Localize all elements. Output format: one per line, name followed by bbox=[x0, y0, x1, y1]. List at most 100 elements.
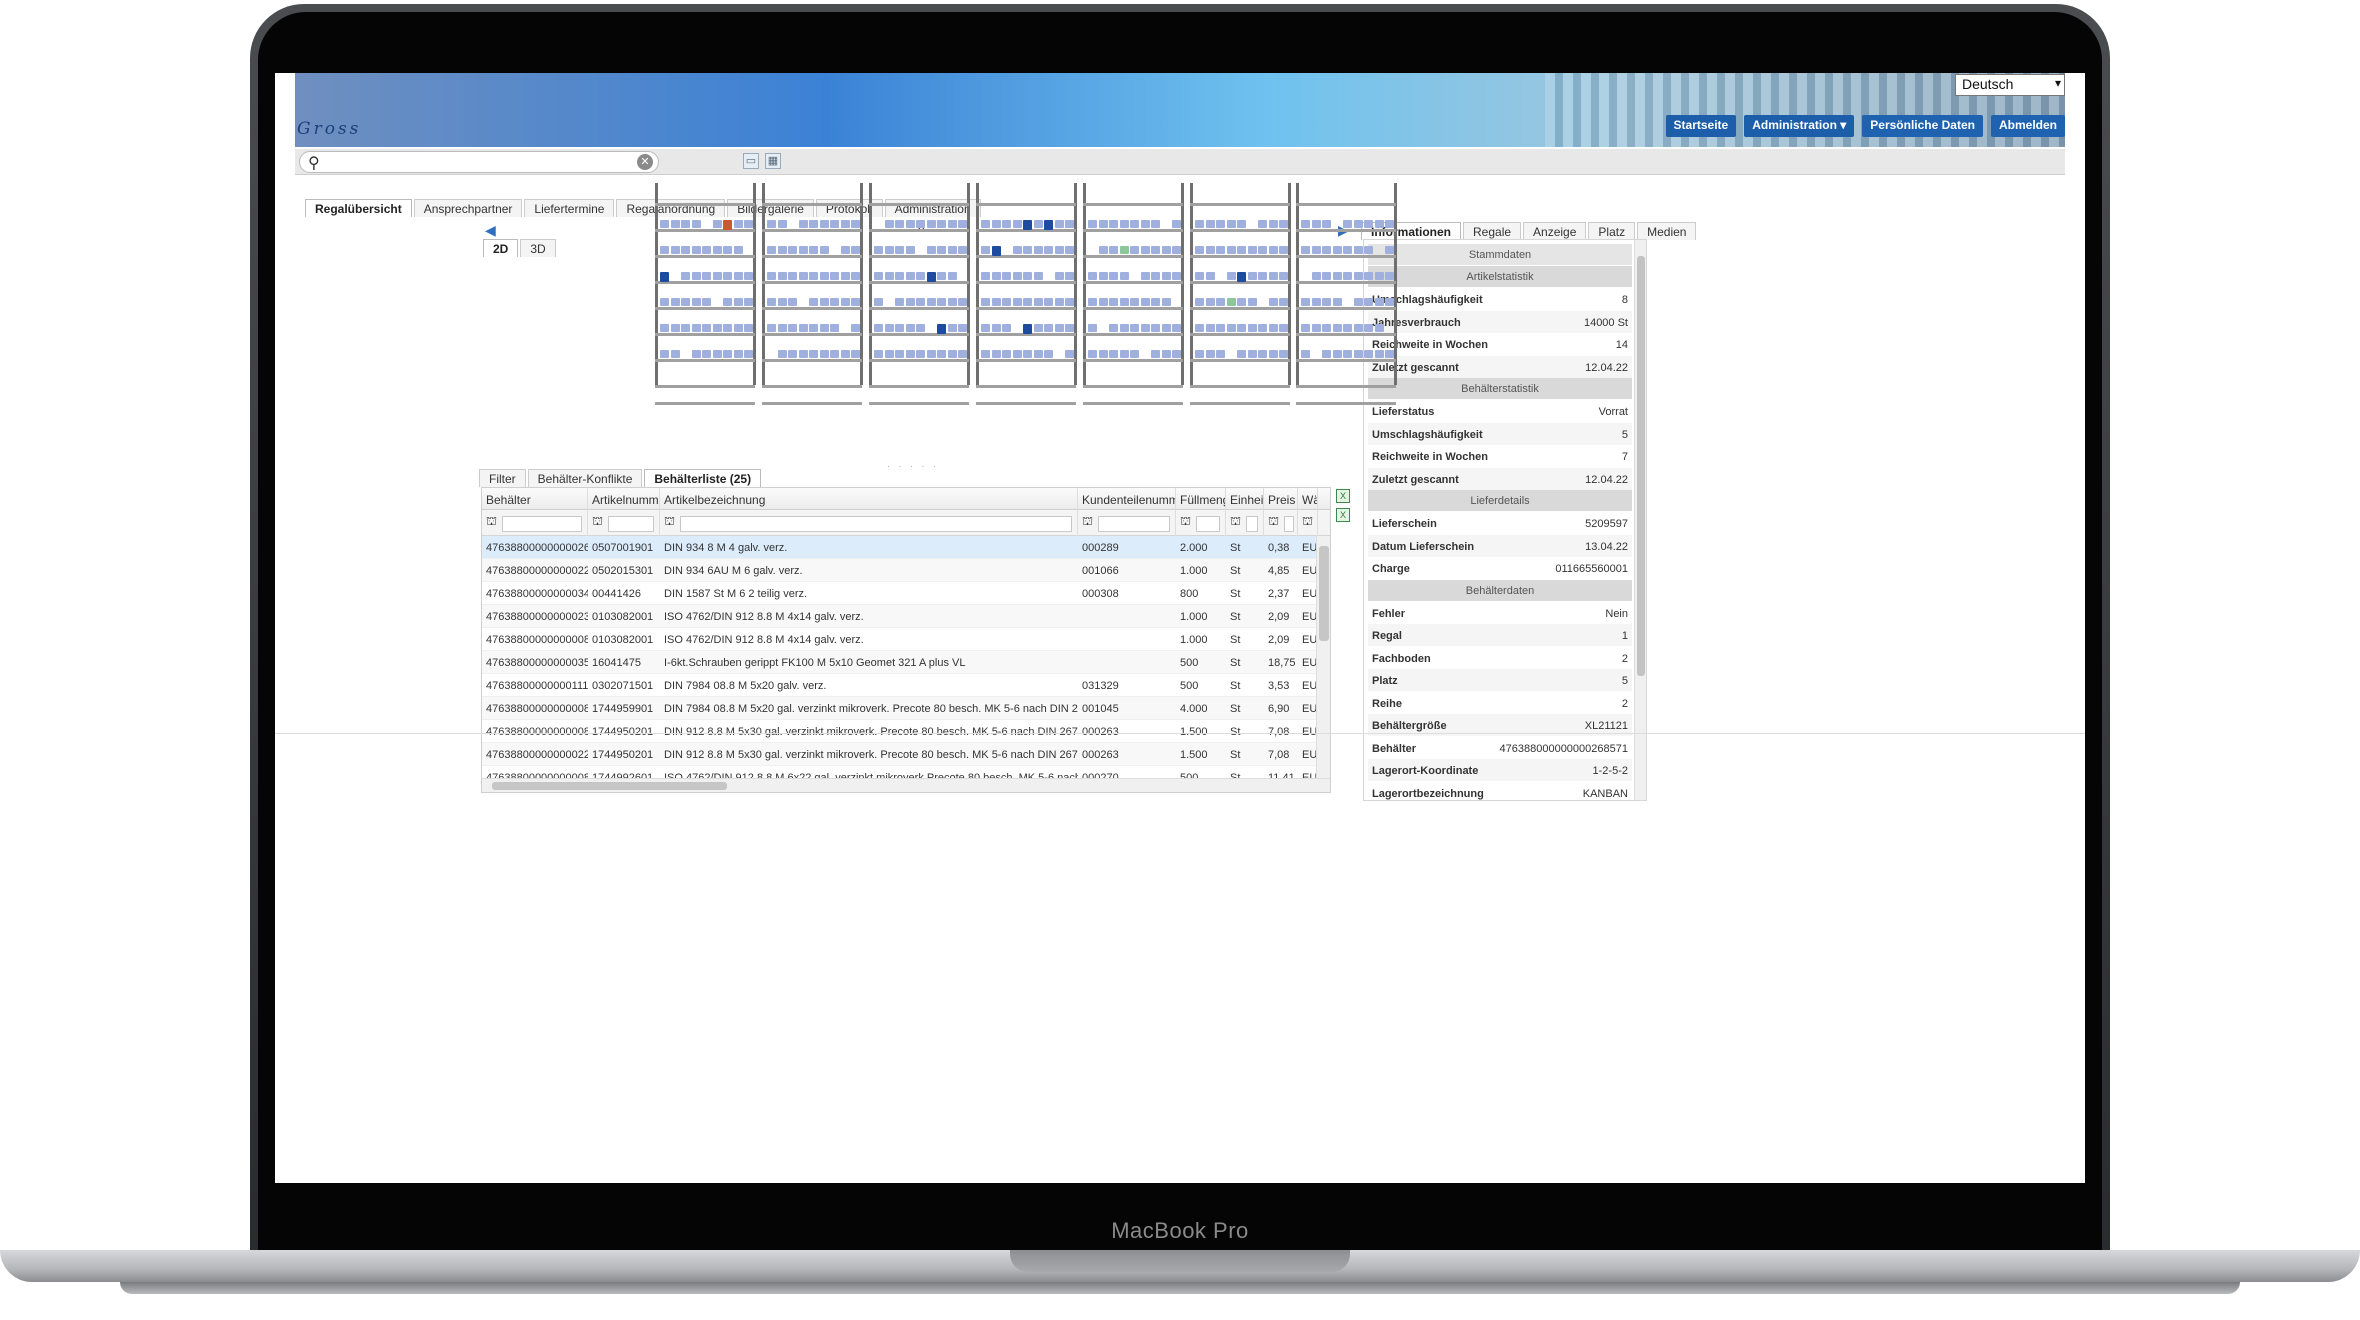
storage-bin[interactable] bbox=[1279, 220, 1288, 228]
storage-bin[interactable] bbox=[1268, 246, 1278, 254]
tab-regaluebersicht[interactable]: Regalübersicht bbox=[305, 199, 412, 217]
storage-bin[interactable] bbox=[840, 246, 850, 254]
table-horizontal-scrollbar[interactable] bbox=[482, 778, 1330, 792]
storage-bin[interactable] bbox=[947, 298, 957, 306]
storage-bin[interactable] bbox=[1237, 350, 1246, 358]
storage-bin[interactable] bbox=[1172, 350, 1181, 358]
storage-bin[interactable] bbox=[895, 246, 904, 254]
storage-bin[interactable] bbox=[733, 324, 743, 332]
storage-bin[interactable] bbox=[830, 272, 839, 280]
storage-bin[interactable] bbox=[681, 272, 690, 280]
storage-bin[interactable] bbox=[819, 298, 829, 306]
storage-bin[interactable] bbox=[1065, 246, 1074, 254]
tab-behaelter-konflikte[interactable]: Behälter-Konflikte bbox=[527, 469, 643, 487]
storage-bin[interactable] bbox=[1172, 324, 1181, 332]
storage-bin[interactable] bbox=[1205, 272, 1215, 280]
storage-bin[interactable] bbox=[1311, 272, 1321, 280]
storage-bin[interactable] bbox=[947, 246, 957, 254]
storage-bin[interactable] bbox=[1353, 272, 1363, 280]
storage-bin[interactable] bbox=[1098, 272, 1108, 280]
shelf-rack[interactable] bbox=[762, 183, 863, 405]
column-header[interactable]: Einheit bbox=[1226, 488, 1264, 510]
storage-bin[interactable] bbox=[1161, 324, 1171, 332]
storage-bin[interactable] bbox=[1237, 272, 1246, 282]
shelf-rack[interactable] bbox=[869, 183, 970, 405]
storage-bin[interactable] bbox=[1065, 298, 1074, 306]
storage-bin[interactable] bbox=[1023, 246, 1032, 254]
storage-bin[interactable] bbox=[1161, 350, 1171, 358]
storage-bin[interactable] bbox=[991, 298, 1001, 306]
scroll-thumb[interactable] bbox=[492, 782, 727, 790]
storage-bin[interactable] bbox=[840, 350, 850, 358]
storage-bin[interactable] bbox=[1332, 246, 1342, 254]
storage-bin[interactable] bbox=[1088, 324, 1097, 332]
column-header[interactable]: Artikelnummer bbox=[588, 488, 660, 510]
storage-bin[interactable] bbox=[1268, 350, 1278, 358]
storage-bin[interactable] bbox=[819, 220, 829, 228]
storage-bin[interactable] bbox=[1332, 298, 1342, 306]
storage-bin[interactable] bbox=[1247, 246, 1257, 254]
storage-bin[interactable] bbox=[1216, 350, 1225, 358]
filter-icon[interactable]: ⛫ bbox=[1302, 514, 1313, 530]
storage-bin[interactable] bbox=[830, 324, 839, 332]
storage-bin[interactable] bbox=[702, 324, 711, 332]
storage-bin[interactable] bbox=[916, 324, 925, 332]
storage-bin[interactable] bbox=[1088, 272, 1097, 280]
shelf-rack[interactable] bbox=[1296, 183, 1397, 405]
storage-bin[interactable] bbox=[1195, 324, 1204, 332]
storage-bin[interactable] bbox=[1311, 246, 1321, 254]
storage-bin[interactable] bbox=[895, 220, 904, 228]
storage-bin[interactable] bbox=[809, 298, 818, 306]
storage-bin[interactable] bbox=[1258, 324, 1267, 332]
storage-bin[interactable] bbox=[1301, 246, 1310, 254]
storage-bin[interactable] bbox=[733, 272, 743, 280]
storage-bin[interactable] bbox=[947, 324, 957, 332]
storage-bin[interactable] bbox=[777, 324, 787, 332]
storage-bin[interactable] bbox=[1151, 220, 1160, 228]
storage-bin[interactable] bbox=[1033, 324, 1043, 332]
storage-bin[interactable] bbox=[840, 220, 850, 228]
tab-behaelterliste[interactable]: Behälterliste (25) bbox=[644, 469, 762, 487]
language-select[interactable]: Deutsch ▾ bbox=[1955, 74, 2065, 96]
storage-bin[interactable] bbox=[1140, 298, 1150, 306]
storage-bin[interactable] bbox=[1195, 350, 1204, 358]
storage-bin[interactable] bbox=[916, 298, 925, 306]
tab-3d[interactable]: 3D bbox=[520, 239, 556, 257]
table-vertical-scrollbar[interactable] bbox=[1316, 536, 1330, 780]
storage-bin[interactable] bbox=[1130, 220, 1139, 228]
storage-bin[interactable] bbox=[1109, 298, 1118, 306]
table-row[interactable]: 476388000000000354464 16041475 I-6kt.Schra… bbox=[482, 651, 1330, 674]
storage-bin[interactable] bbox=[1364, 298, 1373, 306]
storage-bin[interactable] bbox=[926, 246, 936, 254]
storage-bin[interactable] bbox=[1172, 220, 1181, 228]
storage-bin[interactable] bbox=[691, 272, 701, 280]
storage-bin[interactable] bbox=[1268, 220, 1278, 228]
storage-bin[interactable] bbox=[1364, 246, 1373, 254]
storage-bin[interactable] bbox=[744, 350, 753, 358]
storage-bin[interactable] bbox=[1237, 324, 1246, 332]
storage-bin[interactable] bbox=[1353, 246, 1363, 254]
storage-bin[interactable] bbox=[670, 324, 680, 332]
storage-bin[interactable] bbox=[1109, 324, 1118, 332]
storage-bin[interactable] bbox=[1012, 220, 1022, 228]
storage-bin[interactable] bbox=[723, 272, 732, 280]
table-row[interactable]: 476388000000000231239 0103082001 ISO 4762/… bbox=[482, 605, 1330, 628]
storage-bin[interactable] bbox=[895, 350, 904, 358]
storage-bin[interactable] bbox=[874, 350, 883, 358]
storage-bin[interactable] bbox=[1109, 220, 1118, 228]
storage-bin[interactable] bbox=[1098, 220, 1108, 228]
table-row[interactable]: 476388000000000347115 00441426 DIN 1587 St… bbox=[482, 582, 1330, 605]
storage-bin[interactable] bbox=[1002, 298, 1011, 306]
storage-bin[interactable] bbox=[1216, 298, 1225, 306]
storage-bin[interactable] bbox=[1130, 324, 1139, 332]
storage-bin[interactable] bbox=[809, 324, 818, 332]
nav-startseite[interactable]: Startseite bbox=[1665, 115, 1737, 137]
storage-bin[interactable] bbox=[958, 220, 967, 228]
storage-bin[interactable] bbox=[916, 350, 925, 358]
storage-bin[interactable] bbox=[1023, 350, 1032, 358]
tab-medien[interactable]: Medien bbox=[1637, 222, 1697, 240]
table-row[interactable]: 476388000000001112808 0302071501 DIN 7984 … bbox=[482, 674, 1330, 697]
filter-icon[interactable]: ⛫ bbox=[486, 514, 497, 530]
clear-icon[interactable]: ✕ bbox=[637, 154, 653, 170]
column-header[interactable]: Artikelbezeichnung bbox=[660, 488, 1078, 510]
